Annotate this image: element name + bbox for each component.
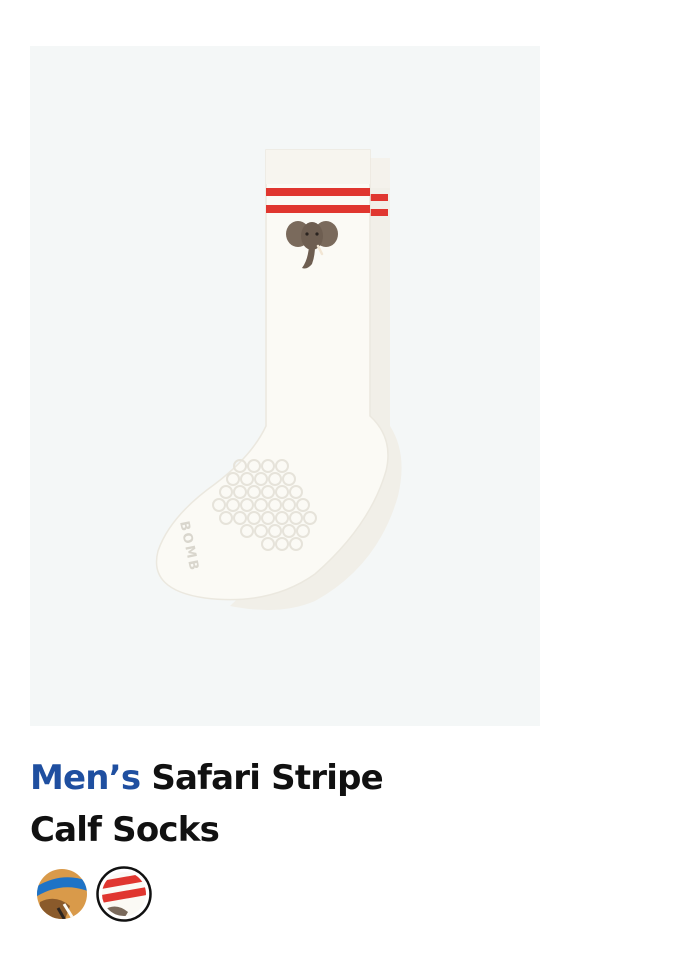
- swatch-red-stripe-white-icon: [96, 866, 152, 922]
- product-image[interactable]: BOMB: [30, 46, 540, 726]
- front-sock-stripe-top: [266, 188, 370, 196]
- sock-illustration: BOMB: [155, 149, 402, 610]
- product-gender: Men’s: [30, 758, 141, 798]
- front-sock-cuff: [266, 150, 370, 184]
- swatch-blue-brown[interactable]: [34, 866, 90, 922]
- back-sock-stripe-bottom: [368, 209, 388, 216]
- back-sock-stripe-top: [368, 194, 388, 201]
- product-title[interactable]: Men’s Safari Stripe Calf Socks: [30, 752, 390, 856]
- swatch-red-stripe-white[interactable]: [96, 866, 152, 922]
- swatch-blue-brown-icon: [37, 869, 87, 919]
- front-sock-stripe-bottom: [266, 205, 370, 213]
